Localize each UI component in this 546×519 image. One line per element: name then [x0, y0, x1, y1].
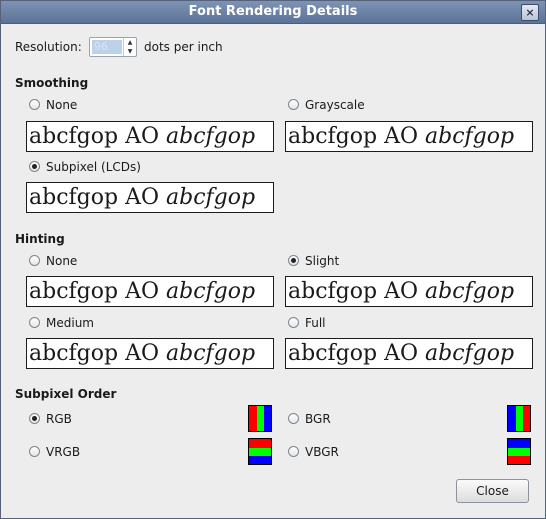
resolution-spinbox[interactable]: 96 ▲ ▼: [89, 37, 137, 57]
hinting-slight-label[interactable]: Slight: [305, 254, 339, 268]
vrgb-swatch-icon: [248, 438, 272, 465]
sample-italic: abcfgop: [425, 341, 515, 366]
sample-italic: abcfgop: [166, 124, 256, 149]
bgr-swatch-icon: [507, 405, 531, 432]
smoothing-grayscale-radio[interactable]: [288, 99, 299, 110]
subpixel-vbgr-label[interactable]: VBGR: [305, 445, 339, 459]
smoothing-subpixel-radio[interactable]: [29, 161, 40, 172]
smoothing-none-preview: abcfgop AO abcfgop: [26, 121, 274, 152]
chevron-up-icon[interactable]: ▲: [124, 38, 136, 47]
subpixel-order-heading: Subpixel Order: [15, 387, 117, 401]
close-button-label: Close: [476, 484, 509, 498]
smoothing-subpixel-label[interactable]: Subpixel (LCDs): [46, 160, 141, 174]
subpixel-vrgb-label[interactable]: VRGB: [46, 445, 80, 459]
spinbox-arrows: ▲ ▼: [123, 38, 136, 56]
sample-italic: abcfgop: [166, 279, 256, 304]
swatch-stripe: [257, 406, 264, 431]
subpixel-bgr-radio[interactable]: [288, 413, 299, 424]
close-icon[interactable]: ×: [521, 4, 539, 21]
hinting-medium-label[interactable]: Medium: [46, 316, 94, 330]
resolution-unit: dots per inch: [144, 40, 223, 54]
swatch-stripe: [508, 456, 530, 464]
hinting-medium-preview: abcfgop AO abcfgop: [26, 338, 274, 369]
sample-regular: abcfgop AO: [29, 124, 159, 149]
hinting-full-label[interactable]: Full: [305, 316, 326, 330]
sample-regular: abcfgop AO: [29, 185, 159, 210]
smoothing-heading: Smoothing: [15, 76, 89, 90]
subpixel-rgb-label[interactable]: RGB: [46, 412, 72, 426]
sample-regular: abcfgop AO: [288, 124, 418, 149]
sample-italic: abcfgop: [166, 341, 256, 366]
subpixel-bgr-label[interactable]: BGR: [305, 412, 331, 426]
hinting-slight-radio[interactable]: [288, 255, 299, 266]
swatch-stripe: [508, 406, 516, 431]
vbgr-swatch-icon: [507, 438, 531, 465]
chevron-down-icon[interactable]: ▼: [124, 47, 136, 56]
swatch-stripe: [508, 448, 530, 456]
swatch-stripe: [249, 448, 271, 456]
hinting-full-radio[interactable]: [288, 317, 299, 328]
smoothing-none-radio[interactable]: [29, 99, 40, 110]
window-title: Font Rendering Details: [188, 4, 358, 19]
swatch-stripe: [508, 439, 530, 448]
hinting-slight-preview: abcfgop AO abcfgop: [285, 276, 533, 307]
swatch-stripe: [523, 406, 530, 431]
sample-regular: abcfgop AO: [288, 341, 418, 366]
swatch-stripe: [249, 439, 271, 448]
swatch-stripe: [264, 406, 271, 431]
smoothing-grayscale-label[interactable]: Grayscale: [305, 98, 365, 112]
swatch-stripe: [249, 456, 271, 464]
sample-italic: abcfgop: [166, 185, 256, 210]
hinting-none-preview: abcfgop AO abcfgop: [26, 276, 274, 307]
sample-regular: abcfgop AO: [288, 279, 418, 304]
close-button[interactable]: Close: [456, 479, 529, 503]
smoothing-none-label[interactable]: None: [46, 98, 77, 112]
hinting-medium-radio[interactable]: [29, 317, 40, 328]
subpixel-rgb-radio[interactable]: [29, 413, 40, 424]
rgb-swatch-icon: [248, 405, 272, 432]
subpixel-vbgr-radio[interactable]: [288, 446, 299, 457]
sample-italic: abcfgop: [425, 279, 515, 304]
swatch-stripe: [516, 406, 523, 431]
sample-italic: abcfgop: [425, 124, 515, 149]
resolution-label: Resolution:: [15, 40, 82, 54]
resolution-value[interactable]: 96: [92, 40, 122, 54]
font-rendering-dialog: Font Rendering Details × Resolution: 96 …: [0, 0, 546, 519]
subpixel-vrgb-radio[interactable]: [29, 446, 40, 457]
smoothing-subpixel-preview: abcfgop AO abcfgop: [26, 182, 274, 213]
hinting-none-label[interactable]: None: [46, 254, 77, 268]
hinting-heading: Hinting: [15, 232, 65, 246]
sample-regular: abcfgop AO: [29, 279, 159, 304]
swatch-stripe: [249, 406, 257, 431]
hinting-full-preview: abcfgop AO abcfgop: [285, 338, 533, 369]
title-bar[interactable]: Font Rendering Details ×: [1, 1, 545, 24]
smoothing-grayscale-preview: abcfgop AO abcfgop: [285, 121, 533, 152]
sample-regular: abcfgop AO: [29, 341, 159, 366]
hinting-none-radio[interactable]: [29, 255, 40, 266]
